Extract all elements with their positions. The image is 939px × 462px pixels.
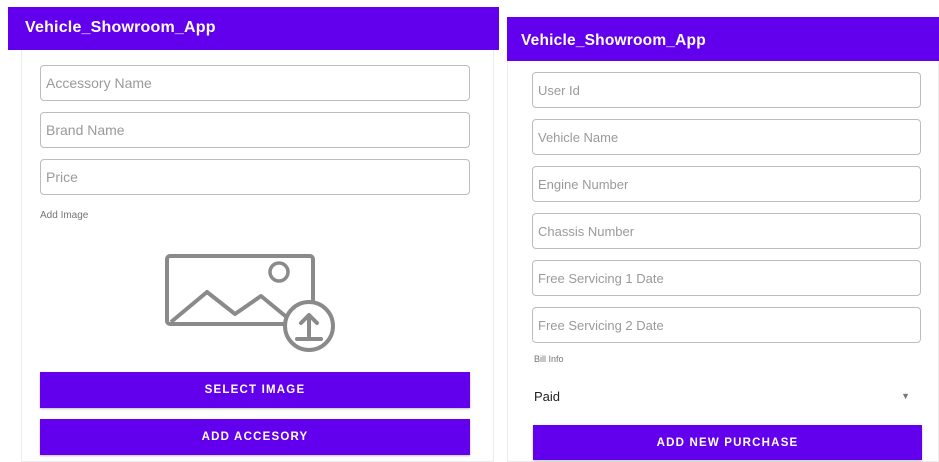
bill-status-dropdown[interactable]: Paid ▼	[534, 385, 910, 407]
app-bar: Vehicle_Showroom_App	[507, 17, 939, 61]
app-bar: Vehicle_Showroom_App	[8, 7, 499, 50]
user-id-input[interactable]	[532, 72, 921, 108]
add-accessory-screen: Vehicle_Showroom_App Add Image SELECT IM…	[8, 7, 499, 462]
select-image-button[interactable]: SELECT IMAGE	[40, 372, 470, 408]
add-image-label: Add Image	[40, 210, 89, 221]
price-input[interactable]	[40, 159, 470, 195]
add-purchase-screen: Vehicle_Showroom_App Bill Info Paid ▼ AD…	[507, 17, 939, 462]
accessory-name-input[interactable]	[40, 65, 470, 101]
add-new-purchase-button[interactable]: ADD NEW PURCHASE	[533, 425, 922, 460]
chassis-number-input[interactable]	[532, 213, 921, 249]
image-upload-icon[interactable]	[163, 252, 353, 352]
add-accessory-button[interactable]: ADD ACCESORY	[40, 419, 470, 455]
vehicle-name-input[interactable]	[532, 119, 921, 155]
app-title: Vehicle_Showroom_App	[521, 32, 706, 49]
free-servicing-2-date-input[interactable]	[532, 307, 921, 343]
brand-name-input[interactable]	[40, 112, 470, 148]
app-title: Vehicle_Showroom_App	[25, 19, 216, 36]
caret-down-icon: ▼	[901, 391, 910, 401]
bill-info-label: Bill Info	[534, 354, 564, 364]
engine-number-input[interactable]	[532, 166, 921, 202]
free-servicing-1-date-input[interactable]	[532, 260, 921, 296]
bill-status-selected: Paid	[534, 388, 561, 404]
